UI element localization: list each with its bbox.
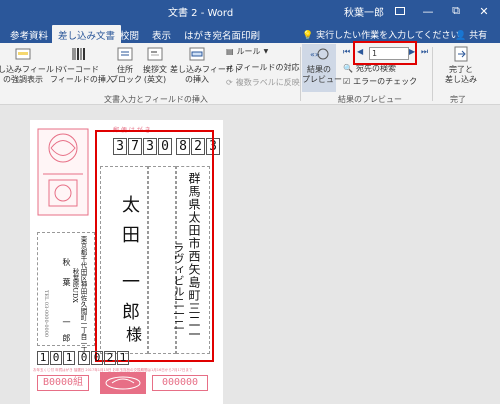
check-errors-button[interactable]: ☑ エラーのチェック bbox=[343, 76, 417, 87]
update-labels-icon: ⟳ bbox=[226, 78, 233, 87]
barcode-icon bbox=[69, 45, 89, 63]
tab-review[interactable]: 校閲 bbox=[114, 25, 145, 43]
sender-zip-digit: 0 bbox=[91, 351, 103, 365]
close-button[interactable]: ✕ bbox=[470, 0, 498, 22]
tell-me-box[interactable]: 💡 実行したい作業を入力してください bbox=[302, 28, 460, 41]
title-bar: 文書 2 - Word 秋葉一郎 — ⧉ ✕ bbox=[0, 0, 500, 22]
group-separator bbox=[300, 47, 301, 101]
record-navigation-highlight bbox=[353, 41, 417, 65]
tab-view[interactable]: 表示 bbox=[146, 25, 177, 43]
share-button[interactable]: 👤 共有 bbox=[455, 28, 487, 41]
sender-zip-digit: 1 bbox=[37, 351, 49, 365]
ribbon-tab-row: 参考資料 差し込み文書 校閲 表示 はがき宛名面印刷 💡 実行したい作業を入力し… bbox=[0, 22, 500, 43]
chevron-down-icon: ▼ bbox=[263, 48, 269, 55]
ribbon: し込みフィールド の強調表示 バーコード フィールドの挿入 住所 ブロック 挨拶… bbox=[0, 43, 500, 105]
preview-results-button[interactable]: «» 結果の プレビュー bbox=[302, 44, 342, 92]
sender-zip-digit: 1 bbox=[63, 351, 75, 365]
sender-name-3: 一 bbox=[62, 318, 71, 326]
minimize-button[interactable]: — bbox=[414, 0, 442, 22]
group-separator bbox=[432, 47, 433, 101]
lightbulb-icon: 💡 bbox=[302, 31, 314, 41]
finish-merge-icon bbox=[451, 45, 471, 63]
finish-merge-button[interactable]: 完了と 差し込み bbox=[438, 45, 484, 85]
insert-field-icon bbox=[187, 45, 207, 63]
sender-zip-digit: 0 bbox=[50, 351, 62, 365]
find-recipient-icon: 🔍 bbox=[343, 64, 353, 73]
preview-results-icon: «» bbox=[309, 45, 329, 63]
group-label-write-insert: 文書入力とフィールドの挿入 bbox=[104, 95, 208, 104]
highlight-fields-icon bbox=[13, 45, 33, 63]
group-label-finish: 完了 bbox=[450, 95, 466, 104]
sender-tel: TEL 03-0000-0000 bbox=[43, 290, 49, 338]
update-labels-button[interactable]: ⟳ 複数ラベルに反映 bbox=[226, 77, 300, 88]
greeting-line-button[interactable]: 挨拶文 (英文) bbox=[140, 45, 170, 85]
address-block-icon bbox=[115, 45, 135, 63]
lottery-number: 000000 bbox=[152, 375, 208, 391]
match-fields-button[interactable]: ⇄ フィールドの対応 bbox=[226, 62, 300, 73]
sender-zip-digit: 2 bbox=[104, 351, 116, 365]
insert-barcode-field-button[interactable]: バーコード フィールドの挿入 bbox=[50, 45, 114, 85]
sender-zip-digit: 0 bbox=[78, 351, 90, 365]
group-label-preview: 結果のプレビュー bbox=[338, 95, 402, 104]
rules-button[interactable]: ▤ ルール ▼ bbox=[226, 46, 268, 57]
tab-references[interactable]: 参考資料 bbox=[4, 25, 54, 43]
restore-button[interactable]: ⧉ bbox=[442, 0, 470, 22]
account-box-icon[interactable] bbox=[386, 0, 414, 22]
window-title: 文書 2 - Word bbox=[168, 8, 234, 19]
new-year-logo bbox=[100, 372, 146, 394]
last-record-icon: ⏭ bbox=[421, 47, 429, 56]
highlight-merge-fields-button[interactable]: し込みフィールド の強調表示 bbox=[0, 45, 62, 85]
user-name[interactable]: 秋葉一郎 bbox=[344, 4, 384, 19]
check-errors-icon: ☑ bbox=[343, 77, 351, 86]
sender-name-4: 郎 bbox=[62, 334, 71, 342]
person-icon: 👤 bbox=[455, 31, 467, 41]
rules-icon: ▤ bbox=[226, 47, 234, 56]
last-record-button[interactable]: ⏭ bbox=[421, 47, 428, 57]
tab-postcard[interactable]: はがき宛名面印刷 bbox=[178, 25, 266, 43]
sender-name-2: 葉 bbox=[62, 278, 71, 286]
sender-zip-digit: 1 bbox=[117, 351, 129, 365]
stamp-illustration bbox=[37, 128, 89, 216]
greeting-line-icon bbox=[145, 45, 165, 63]
recipient-address-highlight bbox=[95, 130, 214, 362]
sender-name-1: 秋 bbox=[62, 258, 71, 266]
match-fields-icon: ⇄ bbox=[226, 63, 233, 72]
first-record-button[interactable]: ⏮ bbox=[343, 47, 350, 57]
insert-merge-field-button[interactable]: 差し込みフィールド の挿入 bbox=[170, 45, 242, 85]
address-block-button[interactable]: 住所 ブロック bbox=[110, 45, 142, 85]
lottery-group: B0000組 bbox=[37, 375, 89, 391]
tab-mailings[interactable]: 差し込み文書 bbox=[52, 25, 122, 43]
first-record-icon: ⏮ bbox=[343, 47, 351, 56]
